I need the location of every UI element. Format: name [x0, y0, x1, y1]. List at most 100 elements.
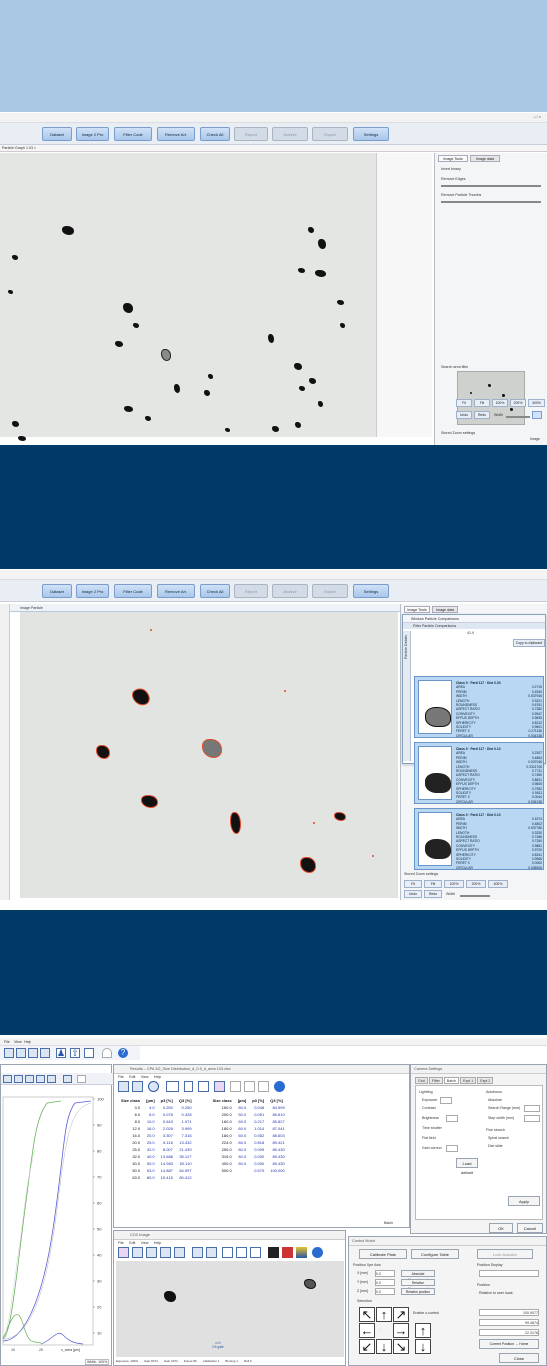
upload-icon[interactable]: ⇧: [70, 1048, 80, 1058]
camera-tool-icon[interactable]: [160, 1247, 171, 1258]
chart-icon[interactable]: [214, 1081, 225, 1092]
tab-image-tools[interactable]: Image Tools: [438, 155, 468, 162]
relative-measurement-button[interactable]: Relative Measurement: [401, 1279, 435, 1291]
search-range-field[interactable]: [524, 1105, 540, 1112]
save-icon[interactable]: [16, 1048, 26, 1058]
image2pro-button[interactable]: Image 2 Pro: [76, 127, 109, 141]
z-up-button[interactable]: ↑: [415, 1323, 431, 1338]
archive-button[interactable]: Archive: [272, 127, 308, 141]
settings-tab[interactable]: Expt 1: [460, 1077, 477, 1084]
gear-icon[interactable]: [148, 1081, 159, 1092]
menu-view[interactable]: View: [141, 1075, 149, 1079]
undo-button[interactable]: Undo: [456, 411, 472, 419]
zoom-fill-button[interactable]: Fill: [474, 399, 490, 407]
remove-art-button[interactable]: Remove Art.: [157, 584, 195, 598]
settings-tab[interactable]: Batch: [443, 1077, 459, 1084]
tab-image-tools[interactable]: Image Tools: [404, 606, 430, 613]
camera-tool-icon[interactable]: [296, 1247, 307, 1258]
width-slider[interactable]: [506, 416, 530, 418]
close-button[interactable]: Close: [499, 1353, 539, 1363]
y-field[interactable]: 0.0: [375, 1279, 395, 1286]
archive-button[interactable]: Archive: [272, 584, 308, 598]
arc-icon[interactable]: [102, 1048, 112, 1058]
graph-tool-icon[interactable]: [25, 1075, 34, 1083]
arrow-up-left-button[interactable]: ↖: [359, 1307, 375, 1322]
help-icon[interactable]: ?: [118, 1048, 128, 1058]
zoom-fit-button[interactable]: Fit: [456, 399, 472, 407]
menu-edit[interactable]: Edit: [129, 1075, 135, 1079]
particle-image[interactable]: [0, 153, 376, 466]
enable-x-control-check[interactable]: Enable x-control: [413, 1311, 439, 1315]
brightness-field[interactable]: [446, 1115, 458, 1122]
undo-button[interactable]: Undo: [404, 890, 422, 898]
grid-icon[interactable]: [28, 1048, 38, 1058]
zoom-icon[interactable]: [250, 1247, 261, 1258]
one-icon[interactable]: [184, 1081, 193, 1092]
invert-binary-check[interactable]: Invert binary: [441, 167, 461, 171]
camera-tool-icon[interactable]: [146, 1247, 157, 1258]
z-field[interactable]: 0.0: [375, 1288, 395, 1295]
current-to-home-button[interactable]: Current Position → Home: [479, 1339, 539, 1349]
zoom-200-button[interactable]: 200%: [510, 399, 526, 407]
width-slider[interactable]: [460, 895, 490, 897]
position-display-select[interactable]: [479, 1270, 539, 1277]
table-icon[interactable]: [40, 1048, 50, 1058]
zoom-fill-button[interactable]: Fill: [424, 880, 442, 888]
edges-slider[interactable]: [441, 185, 541, 187]
arrow-up-button[interactable]: ↑: [376, 1307, 392, 1322]
arrow-down-right-button[interactable]: ↘: [393, 1339, 409, 1354]
redo-button[interactable]: Redo: [424, 890, 442, 898]
ok-button[interactable]: OK: [489, 1223, 513, 1233]
graph-tool-icon[interactable]: [3, 1075, 12, 1083]
dataset-button[interactable]: Dataset: [42, 584, 72, 598]
save-icon[interactable]: [118, 1081, 129, 1092]
exposure-field[interactable]: [440, 1097, 452, 1104]
camera-tool-icon[interactable]: [118, 1247, 129, 1258]
menu-view[interactable]: View: [14, 1040, 22, 1044]
camera-tool-icon[interactable]: [192, 1247, 203, 1258]
graph-tool-icon[interactable]: [63, 1075, 72, 1083]
zoom-200-button[interactable]: 200%: [466, 880, 486, 888]
configure-table-button[interactable]: Configure Table: [411, 1249, 459, 1259]
arrow-down-left-button[interactable]: ↙: [359, 1339, 375, 1354]
person-icon[interactable]: ♟: [56, 1048, 66, 1058]
camera-tool-icon[interactable]: [282, 1247, 293, 1258]
remove-art-button[interactable]: Remove Art.: [157, 127, 195, 141]
calibrate-plate-button[interactable]: Calibrate Plate: [359, 1249, 407, 1259]
comparison-card-3[interactable]: Class 0 · Parti 117 · Dist 0.10 AREA 0.157…: [414, 808, 544, 870]
zoom-100-button[interactable]: 100%: [444, 880, 464, 888]
comparison-card-1[interactable]: Class 0 · Parti 117 · Dist 0.03 AREA 0.271…: [414, 676, 544, 738]
image2pro-button[interactable]: Image 2 Pro: [76, 584, 109, 598]
dataset-button[interactable]: Dataset: [42, 127, 72, 141]
comparison-card-2[interactable]: Class 0 · Parti 117 · Dist 0.13 AREA 0.230…: [414, 742, 544, 804]
help-icon[interactable]: [274, 1081, 285, 1092]
doc-icon[interactable]: [244, 1081, 255, 1092]
step-width-field[interactable]: [524, 1115, 540, 1122]
particle-image[interactable]: [20, 612, 398, 898]
side-tab[interactable]: Particle Details: [403, 631, 411, 761]
camera-tool-icon[interactable]: [132, 1247, 143, 1258]
menu-help[interactable]: Help: [24, 1040, 31, 1044]
camera-tool-icon[interactable]: [174, 1247, 185, 1258]
graph-tool-icon[interactable]: [47, 1075, 56, 1083]
help-icon[interactable]: [312, 1247, 323, 1258]
copy-clipboard-button[interactable]: Copy to clipboard: [513, 639, 545, 647]
camera-tool-icon[interactable]: [206, 1247, 217, 1258]
arrow-left-button[interactable]: ←: [359, 1323, 375, 1338]
check-all-button[interactable]: Check All: [200, 127, 230, 141]
settings-tab[interactable]: Expt 2: [477, 1077, 494, 1084]
camera-tool-icon[interactable]: [236, 1247, 247, 1258]
mu-icon[interactable]: [166, 1081, 179, 1092]
menu-file[interactable]: File: [118, 1075, 124, 1079]
camera-tool-icon[interactable]: [268, 1247, 279, 1258]
settings-tab[interactable]: Filter: [428, 1077, 443, 1084]
thumbs-slider[interactable]: [441, 201, 541, 203]
x-field[interactable]: 0.0: [375, 1270, 395, 1277]
lock-actuator-button[interactable]: Lock Actuator: [477, 1249, 533, 1259]
curve-icon[interactable]: [230, 1081, 241, 1092]
export-button[interactable]: Export: [312, 584, 348, 598]
tab-image-data[interactable]: Image data: [432, 606, 458, 613]
menu-file[interactable]: File: [4, 1040, 10, 1044]
zoom-400-button[interactable]: 400%: [488, 880, 508, 888]
gain-field[interactable]: [446, 1145, 458, 1152]
